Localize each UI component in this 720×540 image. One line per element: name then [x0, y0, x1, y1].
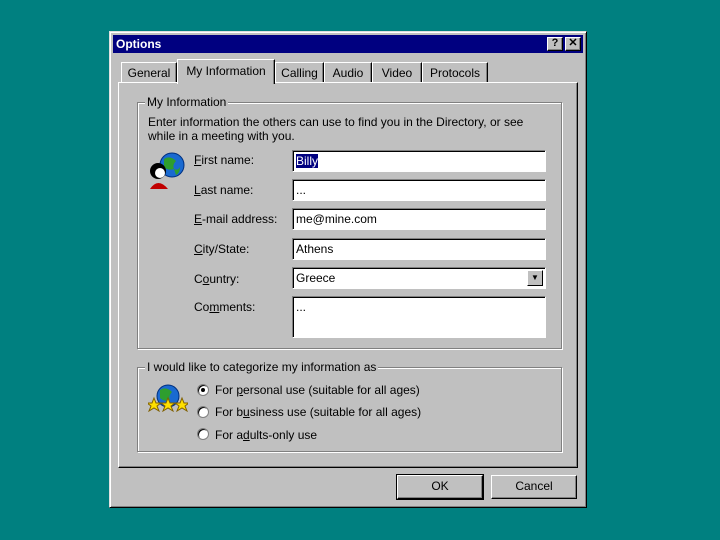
- city-state-input[interactable]: Athens: [292, 238, 546, 260]
- country-value: Greece: [296, 271, 336, 285]
- radio-personal-label[interactable]: For personal use (suitable for all ages): [215, 383, 420, 397]
- radio-adults-only-label[interactable]: For adults-only use: [215, 428, 317, 442]
- cancel-button[interactable]: Cancel: [491, 475, 577, 499]
- comments-label: Comments:: [194, 300, 256, 314]
- radio-business-label[interactable]: For business use (suitable for all ages): [215, 405, 421, 419]
- first-name-label: First name:: [194, 153, 255, 167]
- rating-globe-icon: [148, 384, 188, 412]
- user-globe-icon: [150, 152, 185, 189]
- intro-text-line2: while in a meeting with you.: [148, 129, 295, 143]
- radio-business[interactable]: [197, 406, 209, 418]
- radio-adults-only[interactable]: [197, 428, 209, 440]
- email-label: E-mail address:: [194, 212, 278, 226]
- country-label: Country:: [194, 272, 240, 286]
- country-select[interactable]: Greece ▼: [292, 267, 546, 289]
- comments-input[interactable]: ...: [292, 296, 546, 338]
- chevron-down-icon[interactable]: ▼: [527, 270, 543, 286]
- radio-personal[interactable]: [197, 384, 209, 396]
- ok-button[interactable]: OK: [396, 474, 484, 500]
- radio-selected-dot: [201, 388, 205, 392]
- email-input[interactable]: me@mine.com: [292, 208, 546, 230]
- group-legend: My Information: [145, 95, 229, 109]
- first-name-input[interactable]: Billy: [292, 150, 546, 172]
- last-name-label: Last name:: [194, 183, 254, 197]
- city-state-label: City/State:: [194, 242, 250, 256]
- category-legend: I would like to categorize my informatio…: [145, 360, 379, 374]
- last-name-input[interactable]: ...: [292, 179, 546, 201]
- intro-text-line1: Enter information the others can use to …: [148, 115, 524, 129]
